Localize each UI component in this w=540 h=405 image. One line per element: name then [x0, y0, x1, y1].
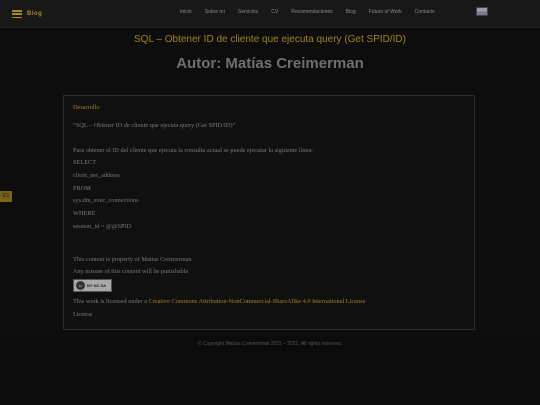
nav-link-recomendaciones[interactable]: Recomendaciones [291, 9, 332, 15]
license-prefix: This work is licensed under a [73, 298, 149, 305]
post-intro: Para obtener el ID del cliente que ejecu… [73, 147, 313, 154]
nav-link-contacto[interactable]: Contacto [415, 9, 435, 15]
cc-icon: cc [76, 281, 85, 290]
post-quote-title: “SQL – Obtener ID de cliente que ejecuta… [73, 122, 236, 129]
nav-link-cv[interactable]: CV [271, 9, 278, 15]
nav-link-future-of-work[interactable]: Future of Work [369, 9, 402, 15]
language-flag-icon[interactable] [476, 7, 488, 16]
cc-badge-label: BY NC SA [87, 283, 107, 288]
menu-toggle[interactable]: Blog [12, 8, 42, 20]
footer-copyright: © Copyright Matías Creimerman 2011 – 202… [197, 341, 343, 347]
code-line: session_id = @@SPID [73, 223, 132, 230]
code-line: WHERE [73, 210, 96, 217]
language-side-tab[interactable]: ES [0, 191, 12, 202]
nav-link-blog[interactable]: Blog [346, 9, 356, 15]
top-bar: Blog Inicio Sobre mí Servicios CV Recome… [0, 0, 540, 28]
code-line: sys.dm_exec_connections [73, 197, 139, 204]
post-card: Desarrollo “SQL – Obtener ID de cliente … [63, 95, 475, 330]
menu-label: Blog [27, 11, 43, 17]
author-heading: Autor: Matías Creimerman [176, 55, 364, 72]
nav-link-inicio[interactable]: Inicio [180, 9, 192, 15]
code-line: client_net_address [73, 172, 120, 179]
property-notice: This content is property of Matias Creim… [73, 256, 192, 263]
main-nav: Inicio Sobre mí Servicios CV Recomendaci… [180, 9, 435, 15]
hamburger-icon [12, 10, 22, 18]
code-line: SELECT [73, 159, 97, 166]
license-line: This work is licensed under a Creative C… [73, 298, 365, 305]
license-link-tail[interactable]: License [73, 311, 93, 318]
misuse-notice: Any misuse of this content will be punis… [73, 268, 189, 275]
nav-link-servicios[interactable]: Servicios [238, 9, 258, 15]
creative-commons-badge[interactable]: cc BY NC SA [73, 279, 112, 292]
page-title: SQL – Obtener ID de cliente que ejecuta … [134, 34, 406, 45]
footer: © Copyright Matías Creimerman 2011 – 202… [0, 336, 540, 405]
code-line: FROM [73, 185, 91, 192]
nav-link-sobre-mi[interactable]: Sobre mí [205, 9, 225, 15]
post-category[interactable]: Desarrollo [73, 104, 100, 111]
license-link[interactable]: Creative Commons Attribution-NonCommerci… [149, 298, 366, 305]
